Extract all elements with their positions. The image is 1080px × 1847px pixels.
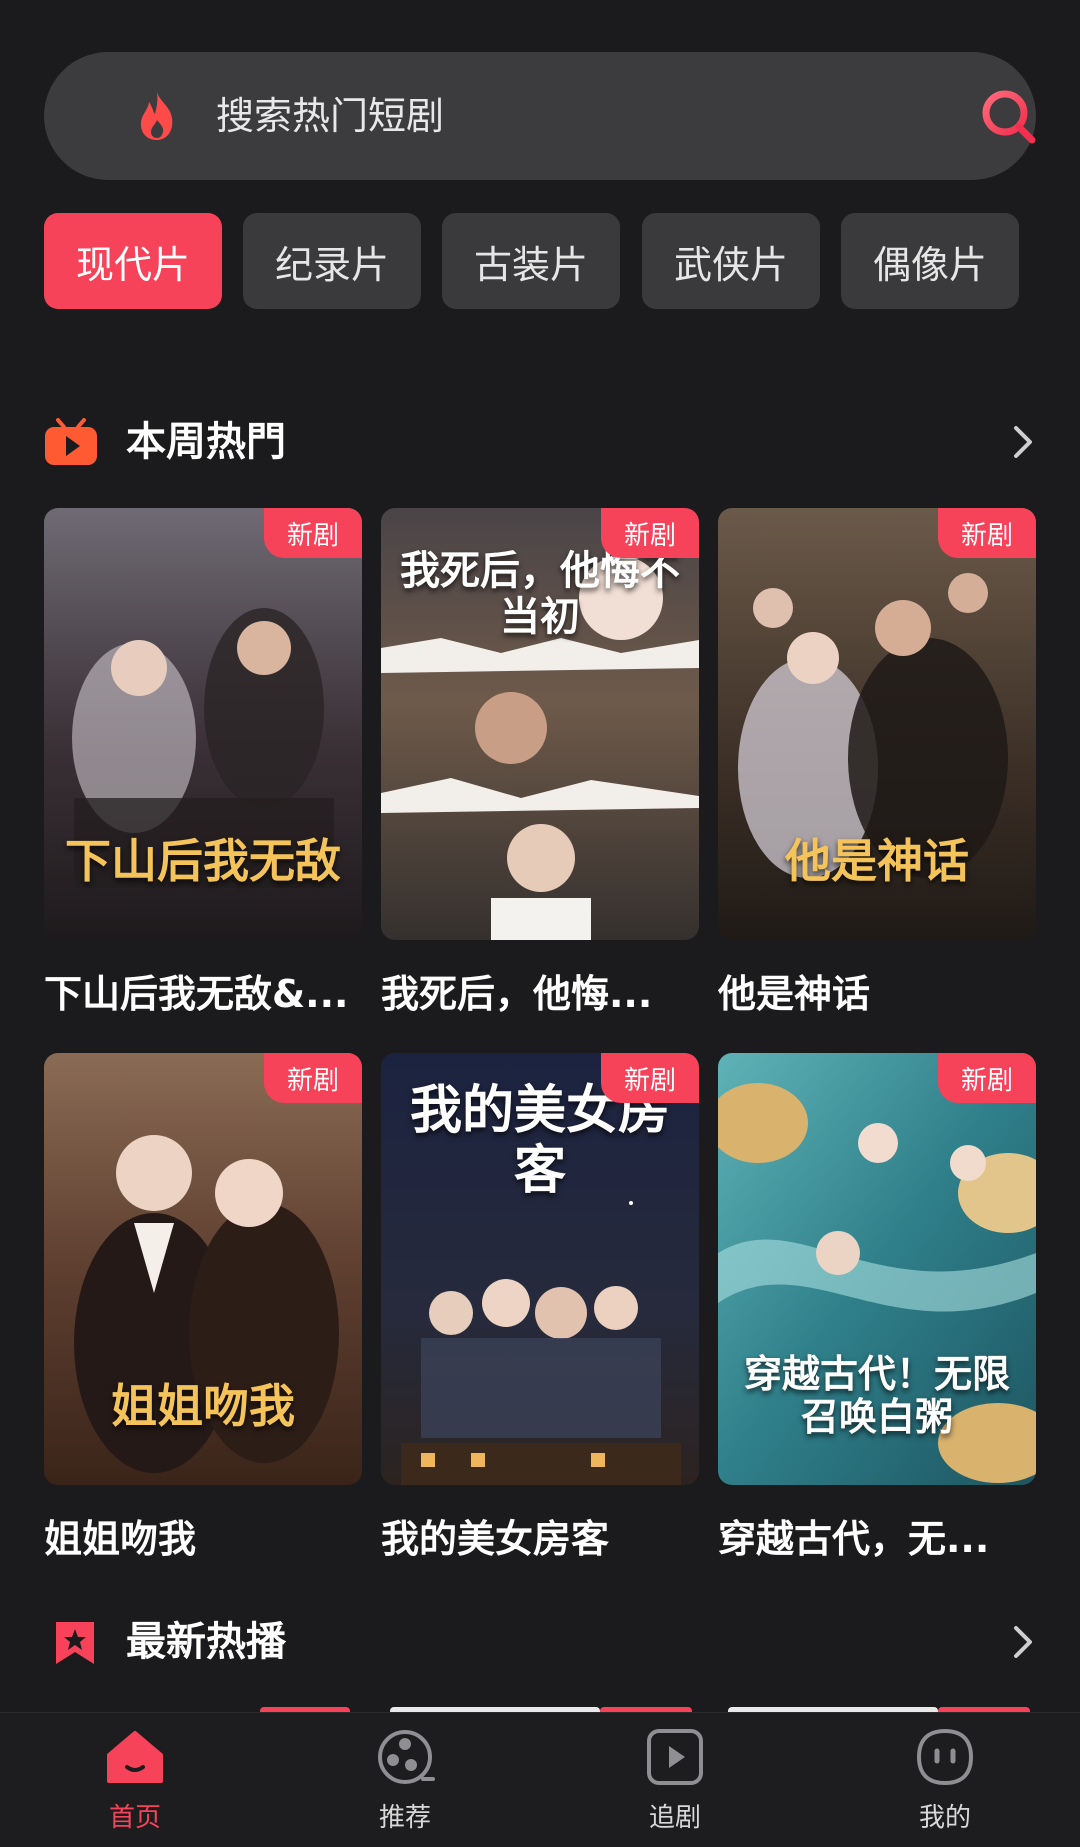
tab-label: 我的 xyxy=(918,1803,971,1833)
tab-mine[interactable]: 我的 xyxy=(810,1713,1080,1847)
tab-label: 追剧 xyxy=(648,1803,701,1833)
search-icon[interactable] xyxy=(980,88,1038,146)
search-bar[interactable]: 搜索热门短剧 xyxy=(44,52,1036,180)
category-chip-documentary[interactable]: 纪录片 xyxy=(243,213,421,309)
drama-poster[interactable]: 姐姐吻我 新剧 xyxy=(44,1053,362,1485)
section-title: 本周热門 xyxy=(126,419,286,465)
poster-title-text: 我死后，他悔不当初 xyxy=(400,547,680,640)
tab-follow[interactable]: 追剧 xyxy=(540,1713,810,1847)
chevron-right-icon[interactable] xyxy=(1010,1624,1036,1660)
bookmark-star-icon xyxy=(56,1622,94,1664)
drama-title[interactable]: 穿越古代，无... xyxy=(718,1509,1036,1569)
section-header-latest-hot[interactable]: 最新热播 xyxy=(44,1612,1036,1672)
tab-home[interactable]: 首页 xyxy=(0,1713,270,1847)
poster-title-text: 下山后我无敌 xyxy=(65,834,341,889)
chevron-right-icon[interactable] xyxy=(1010,424,1036,460)
category-chip-modern[interactable]: 现代片 xyxy=(44,213,222,309)
drama-title[interactable]: 我死后，他悔... xyxy=(381,964,699,1024)
drama-poster[interactable]: 我死后，他悔不当初 新剧 xyxy=(381,508,699,940)
poster-title-text: 姐姐吻我 xyxy=(111,1379,295,1434)
drama-title[interactable]: 我的美女房客 xyxy=(381,1509,699,1569)
category-chips: 现代片 纪录片 古装片 武侠片 偶像片 xyxy=(44,213,1044,309)
category-chip-costume[interactable]: 古装片 xyxy=(442,213,620,309)
category-chip-idol[interactable]: 偶像片 xyxy=(841,213,1019,309)
drama-title[interactable]: 姐姐吻我 xyxy=(44,1509,362,1569)
section-title: 最新热播 xyxy=(126,1619,286,1665)
new-badge: 新剧 xyxy=(601,1053,699,1103)
drama-poster[interactable]: 我的美女房客 新剧 xyxy=(381,1053,699,1485)
new-badge: 新剧 xyxy=(264,508,362,558)
poster-title-text: 他是神话 xyxy=(785,834,969,889)
category-chip-wuxia[interactable]: 武侠片 xyxy=(642,213,820,309)
new-badge: 新剧 xyxy=(938,1053,1036,1103)
drama-poster[interactable]: 穿越古代！无限召唤白粥 新剧 xyxy=(718,1053,1036,1485)
smile-face-icon xyxy=(916,1728,974,1786)
tab-recommend[interactable]: 推荐 xyxy=(270,1713,540,1847)
section-header-weekly-hot[interactable]: 本周热門 xyxy=(44,412,1036,472)
film-reel-icon xyxy=(378,1730,435,1784)
poster-title-text: 穿越古代！无限召唤白粥 xyxy=(743,1350,1010,1440)
new-badge: 新剧 xyxy=(264,1053,362,1103)
drama-poster[interactable]: 下山后我无敌 新剧 xyxy=(44,508,362,940)
home-icon xyxy=(107,1731,163,1783)
fire-icon xyxy=(140,92,173,140)
weekly-hot-grid: 下山后我无敌 新剧 下山后我无敌&... 我死后，他悔不当初 新剧 我死后，他悔… xyxy=(44,508,1036,1561)
drama-poster[interactable]: 他是神话 新剧 xyxy=(718,508,1036,940)
drama-title[interactable]: 下山后我无敌&... xyxy=(44,964,362,1024)
tab-label: 推荐 xyxy=(378,1803,431,1833)
search-input[interactable]: 搜索热门短剧 xyxy=(216,52,444,180)
tab-label: 首页 xyxy=(108,1803,161,1833)
new-badge: 新剧 xyxy=(601,508,699,558)
new-badge: 新剧 xyxy=(938,508,1036,558)
drama-title[interactable]: 他是神话 xyxy=(718,964,1036,1024)
tv-play-icon xyxy=(45,418,97,465)
bottom-tab-bar: 首页 推荐 追剧 我的 xyxy=(0,1712,1080,1847)
play-square-icon xyxy=(647,1729,703,1785)
